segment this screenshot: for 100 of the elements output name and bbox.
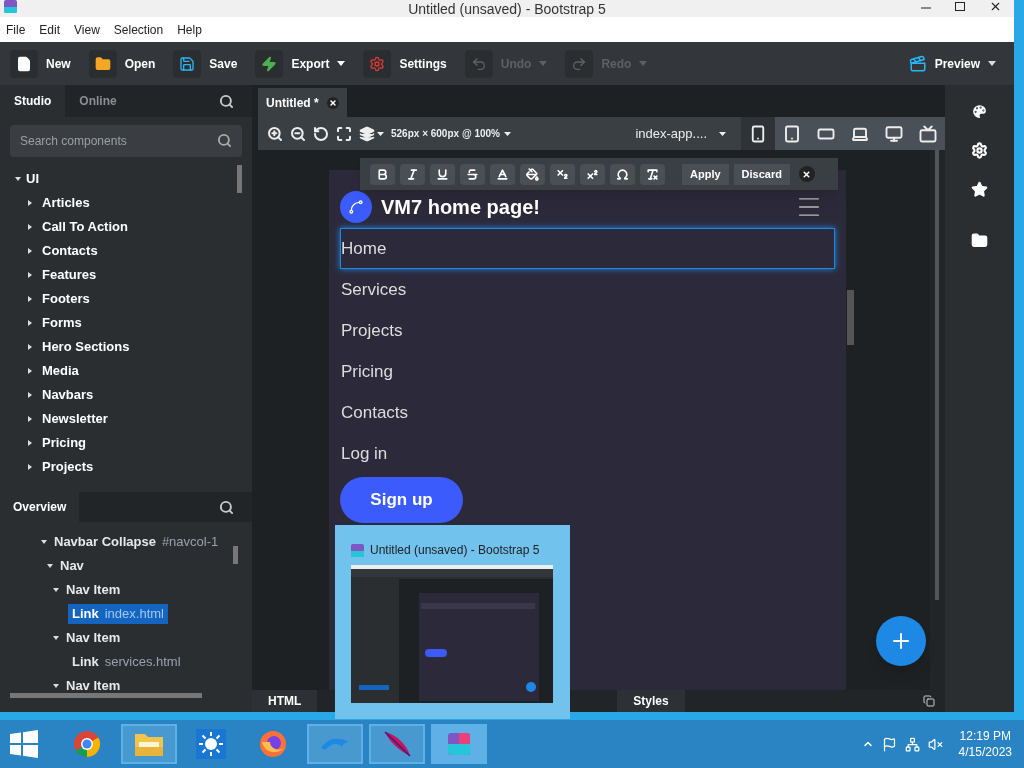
network-icon[interactable]	[904, 736, 920, 752]
category-item[interactable]: Projects	[42, 457, 94, 477]
category-item[interactable]: Articles	[42, 193, 90, 213]
screen-icon[interactable]	[919, 124, 937, 143]
preview-button[interactable]: Preview	[908, 54, 1004, 73]
settings-icon[interactable]	[971, 142, 988, 159]
maximize-icon[interactable]	[955, 2, 965, 11]
dropdown-caret-icon[interactable]	[377, 131, 384, 136]
nav-link[interactable]: Log in	[340, 433, 835, 474]
category-item[interactable]: Media	[42, 361, 79, 381]
windows-logo-icon[interactable]	[10, 730, 38, 758]
format-button[interactable]	[460, 163, 485, 185]
zoom-in-icon[interactable]	[267, 125, 283, 142]
collapsed-caret-icon[interactable]	[27, 440, 33, 446]
tree-item[interactable]: Link services.html	[68, 652, 185, 672]
panel-tab[interactable]: Overview	[0, 492, 80, 522]
nav-link[interactable]: Projects	[340, 310, 835, 351]
collapsed-caret-icon[interactable]	[27, 248, 33, 254]
apply-button[interactable]: Apply	[682, 163, 729, 185]
toolbar-button[interactable]: Export	[255, 47, 354, 80]
scrollbar-thumb[interactable]	[847, 290, 854, 345]
toolbar-button[interactable]: New	[10, 47, 79, 80]
expanded-caret-icon[interactable]	[53, 587, 59, 593]
palette-icon[interactable]	[971, 103, 988, 120]
expand-icon[interactable]	[336, 125, 352, 142]
format-button[interactable]	[640, 163, 665, 185]
phone-icon[interactable]	[749, 124, 767, 143]
toolbar-button[interactable]: Open	[88, 47, 164, 80]
expanded-caret-icon[interactable]	[15, 176, 21, 182]
monitor-icon[interactable]	[885, 124, 903, 143]
expanded-caret-icon[interactable]	[41, 539, 47, 545]
category-label[interactable]: UI	[26, 169, 39, 189]
format-button[interactable]	[580, 163, 605, 185]
expanded-caret-icon[interactable]	[53, 635, 59, 641]
collapsed-caret-icon[interactable]	[27, 320, 33, 326]
taskbar-app[interactable]	[431, 724, 487, 764]
sidebar-tab[interactable]: Online	[65, 85, 131, 117]
close-tab-button[interactable]	[326, 96, 339, 109]
search-icon[interactable]	[219, 499, 234, 515]
muted-speaker-icon[interactable]	[927, 736, 943, 752]
folder-icon[interactable]	[971, 232, 988, 249]
minimize-icon[interactable]	[921, 4, 931, 12]
menu-item[interactable]: File	[6, 20, 26, 39]
collapsed-caret-icon[interactable]	[27, 296, 33, 302]
expanded-caret-icon[interactable]	[53, 683, 59, 689]
flag-icon[interactable]	[881, 736, 897, 752]
tablet-icon[interactable]	[783, 124, 801, 143]
format-button[interactable]	[610, 163, 635, 185]
collapsed-caret-icon[interactable]	[27, 416, 33, 422]
nav-link[interactable]: Home	[340, 228, 835, 269]
category-item[interactable]: Pricing	[42, 433, 87, 453]
close-button[interactable]	[798, 166, 815, 182]
toolbar-button[interactable]: Settings	[363, 47, 455, 80]
page-dropdown[interactable]: index-app....	[635, 123, 734, 144]
menu-item[interactable]: Edit	[39, 20, 61, 39]
scrollbar-thumb[interactable]	[10, 693, 202, 698]
tree-item[interactable]: Nav Item	[62, 676, 125, 696]
star-icon[interactable]	[971, 181, 988, 198]
category-item[interactable]: Contacts	[42, 241, 98, 261]
category-item[interactable]: Footers	[42, 289, 90, 309]
tree-item[interactable]: Navbar Collapse #navcol-1	[50, 532, 223, 552]
document-tab[interactable]: Untitled *	[258, 88, 347, 117]
format-button[interactable]	[550, 163, 575, 185]
format-button[interactable]	[430, 163, 455, 185]
menu-item[interactable]: Selection	[113, 20, 164, 39]
menu-item[interactable]: View	[74, 20, 100, 39]
rotate-icon[interactable]	[313, 125, 329, 142]
panel-tab[interactable]: HTML	[252, 690, 318, 712]
zoom-out-icon[interactable]	[290, 125, 306, 142]
layers-icon[interactable]	[359, 125, 375, 142]
copy-icon[interactable]	[923, 695, 935, 707]
scrollbar-thumb[interactable]	[237, 165, 242, 193]
category-item[interactable]: Call To Action	[42, 217, 128, 237]
collapsed-caret-icon[interactable]	[27, 392, 33, 398]
toolbar-button[interactable]: Save	[173, 47, 246, 80]
nav-link[interactable]: Services	[340, 269, 835, 310]
search-field[interactable]: Search components	[10, 125, 242, 157]
category-item[interactable]: Newsletter	[42, 409, 108, 429]
brand-name[interactable]: VM7 home page!	[381, 192, 540, 222]
format-button[interactable]	[400, 163, 425, 185]
taskbar-app[interactable]	[121, 724, 177, 764]
scrollbar-thumb[interactable]	[233, 546, 238, 564]
nav-link[interactable]: Pricing	[340, 351, 835, 392]
collapsed-caret-icon[interactable]	[27, 368, 33, 374]
tree-item[interactable]: Link index.html	[68, 604, 168, 624]
expanded-caret-icon[interactable]	[47, 563, 53, 569]
sign-up-button[interactable]: Sign up	[340, 477, 463, 523]
window-thumbnail[interactable]: Untitled (unsaved) - Bootstrap 5	[335, 525, 570, 719]
panel-tab[interactable]: Styles	[617, 690, 685, 712]
search-icon[interactable]	[219, 93, 234, 109]
search-icon[interactable]	[217, 133, 232, 148]
add-button[interactable]	[876, 616, 926, 666]
category-item[interactable]: Hero Sections	[42, 337, 130, 357]
discard-button[interactable]: Discard	[733, 163, 790, 185]
tree-item[interactable]: Nav Item	[62, 628, 125, 648]
collapsed-caret-icon[interactable]	[27, 200, 33, 206]
collapsed-caret-icon[interactable]	[27, 224, 33, 230]
collapsed-caret-icon[interactable]	[27, 272, 33, 278]
sidebar-tab[interactable]: Studio	[0, 85, 66, 117]
menu-item[interactable]: Help	[177, 20, 202, 39]
